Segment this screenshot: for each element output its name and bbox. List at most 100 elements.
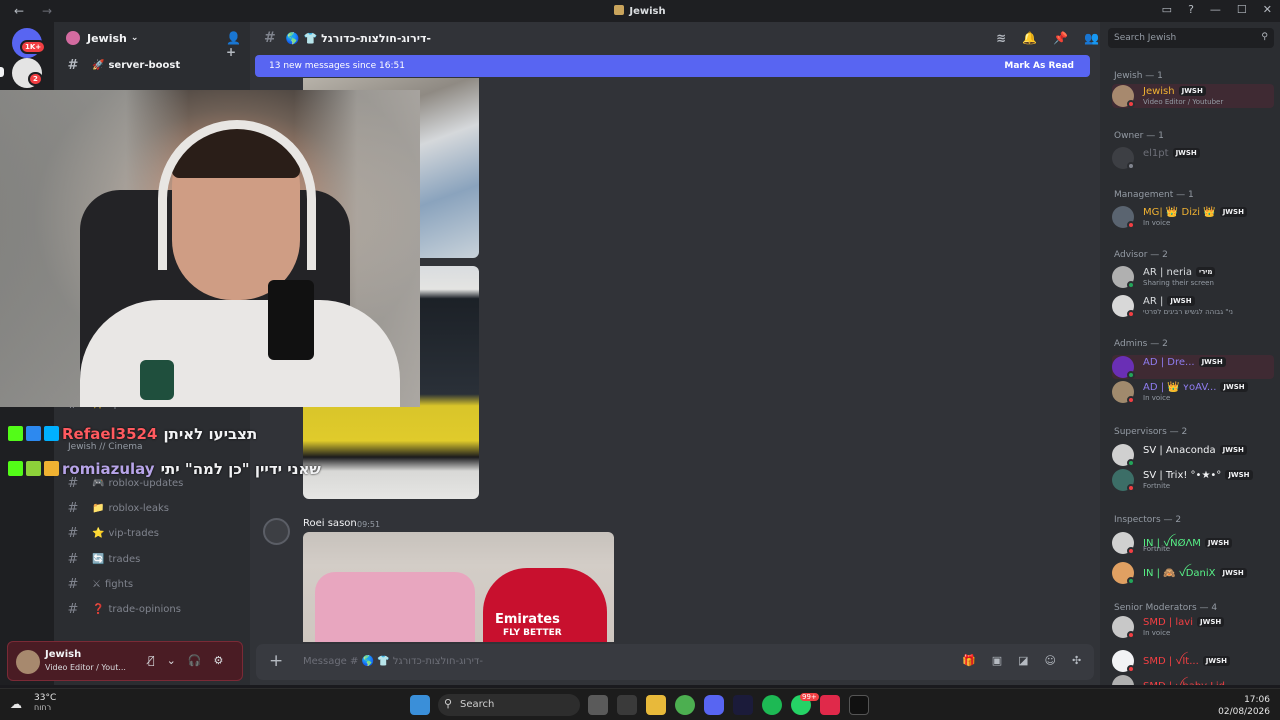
member-row[interactable]: AD | Dre... JWSH [1112, 355, 1274, 379]
mark-as-read-button[interactable]: Mark As Read [1004, 61, 1074, 71]
member-row[interactable]: el1pt JWSH [1112, 146, 1274, 170]
member-tag: JWSH [1202, 656, 1230, 666]
member-tag: JWSH [1220, 382, 1248, 392]
member-row[interactable]: IN | 🙈 ꪜDaniX JWSH [1112, 561, 1274, 585]
member-row[interactable]: SMD | ꪜIt... JWSH [1112, 649, 1274, 673]
member-row[interactable]: SV | Anaconda JWSH [1112, 443, 1274, 467]
user-panel[interactable]: Jewish Video Editor / Yout... 🎙̸ ⌄ 🎧 ⚙ [7, 641, 243, 681]
role-header: Supervisors — 2 [1114, 427, 1188, 437]
tiktok-icon[interactable] [849, 695, 869, 715]
member-row[interactable]: MG| 👑 Dizi 👑 JWSH In voice [1112, 205, 1274, 229]
gif-icon[interactable]: ▣ [992, 654, 1002, 667]
help-icon[interactable]: ? [1188, 3, 1194, 16]
stream-chat-line-1: Refael3524 תצביעו לאיתן [8, 425, 257, 443]
status-dot [1127, 281, 1135, 289]
member-row[interactable]: AR | JWSH ני" גבוהה לגשיש רביגים לפרטי [1112, 294, 1274, 318]
taskbar-search[interactable]: ⚲ Search [438, 694, 580, 716]
user-status: Video Editor / Yout... [45, 663, 126, 672]
mute-icon[interactable]: 🎙̸ [148, 654, 155, 667]
channel-7[interactable]: # ❓ trade-opinions [62, 598, 242, 620]
status-dot [1127, 547, 1135, 555]
file-explorer-icon[interactable] [646, 695, 666, 715]
member-name: MG| 👑 Dizi 👑 [1143, 207, 1216, 218]
bell-icon[interactable]: 🔔 [1022, 31, 1037, 45]
apps-icon[interactable]: ✣ [1072, 654, 1081, 667]
member-activity: Fortnite [1143, 545, 1171, 553]
inbox-icon[interactable]: ▭ [1162, 3, 1172, 16]
kick-icon [8, 461, 23, 476]
member-row[interactable]: IN | ꪜNØΛM JWSH Fortnite [1112, 531, 1274, 555]
member-tag: JWSH [1219, 207, 1247, 217]
channel-name: roblox-leaks [108, 502, 169, 514]
sticker-icon[interactable]: ◪ [1018, 654, 1028, 667]
member-activity: Fortnite [1143, 482, 1171, 490]
member-row[interactable]: SV | Trix! °•★•° JWSH Fortnite [1112, 468, 1274, 492]
task-view-icon[interactable] [588, 695, 608, 715]
webcam-shirt [80, 300, 400, 407]
spotify-icon[interactable] [762, 695, 782, 715]
member-row[interactable]: Jewish JWSH Video Editor / Youtuber [1112, 84, 1274, 108]
member-row[interactable]: AD | 👑 ʏoAV... JWSH In voice [1112, 380, 1274, 404]
composer-tools: 🎁 ▣ ◪ ☺ ✣ [962, 654, 1081, 667]
server-header[interactable]: Jewish ⌄ 👤+ [54, 22, 250, 59]
emoji-icon[interactable]: ☺ [1045, 654, 1056, 667]
message-image-3[interactable]: Emirates FLY BETTER [303, 532, 614, 642]
pin-icon[interactable]: 📌 [1053, 31, 1068, 45]
hash-icon: # [67, 57, 79, 73]
weather-widget[interactable]: ☁ 33°C רחוח [10, 693, 56, 712]
avatar[interactable] [1112, 675, 1134, 685]
system-clock[interactable]: 17:06 02/08/2026 [1218, 694, 1270, 718]
chrome-icon[interactable] [675, 695, 695, 715]
member-tag: JWSH [1198, 357, 1226, 367]
crown-icon [44, 461, 59, 476]
members-icon[interactable]: 👥 [1084, 31, 1099, 45]
status-dot [1127, 577, 1135, 585]
chevron-down-icon[interactable]: ⌄ [167, 654, 176, 667]
message-timestamp: 09:51 [357, 520, 381, 529]
message-input[interactable]: Message # 🌎 👕 דירוג-חולצות-כדורגל- [303, 656, 483, 667]
search-icon: ⚲ [444, 697, 453, 710]
server-avatar-icon [66, 31, 80, 45]
channel-3[interactable]: # 📁 roblox-leaks [62, 497, 242, 519]
close-icon[interactable]: ✕ [1263, 3, 1272, 16]
channel-emoji: ⭐ [92, 527, 105, 539]
app-icon[interactable] [820, 695, 840, 715]
channel-title: דירוג-חולצות-כדורגל- [321, 31, 431, 45]
channel-5[interactable]: # 🔄 trades [62, 548, 242, 570]
search-input[interactable]: Search Jewish ⚲ [1108, 28, 1274, 48]
headphones-icon[interactable]: 🎧 [188, 654, 202, 667]
settings-icon[interactable]: ⚙ [214, 654, 224, 667]
channel-6[interactable]: # ⚔ fights [62, 573, 242, 595]
member-name: SMD | ꪜIt... [1143, 656, 1199, 667]
hash-icon: # [67, 500, 79, 516]
message-composer[interactable]: + Message # 🌎 👕 דירוג-חולצות-כדורגל- 🎁 ▣… [256, 644, 1094, 680]
premiere-icon[interactable] [733, 695, 753, 715]
member-row[interactable]: SMD | ꪜbaby Lid... [1112, 674, 1274, 685]
channel-name: fights [104, 578, 134, 590]
gift-icon[interactable]: 🎁 [962, 654, 976, 667]
channel-0[interactable]: # 🚀 server-boost [62, 54, 242, 76]
member-row[interactable]: AR | neria מירי Sharing their screen [1112, 265, 1274, 289]
maximize-icon[interactable]: ☐ [1237, 3, 1247, 16]
channel-4[interactable]: # ⭐ vip-trades [62, 522, 242, 544]
new-messages-bar[interactable]: 13 new messages since 16:51 Mark As Read [255, 55, 1090, 77]
avatar[interactable] [263, 518, 290, 545]
channel-emoji: ⚔ [92, 578, 101, 590]
member-tag: JWSH [1178, 86, 1206, 96]
message-author[interactable]: Roei sason [303, 518, 357, 529]
add-attachment-icon[interactable]: + [269, 651, 283, 671]
webcam-crest [140, 360, 174, 400]
webcam-cup [268, 280, 314, 360]
member-tag: JWSH [1219, 568, 1247, 578]
minimize-icon[interactable]: — [1210, 3, 1221, 16]
chat-header: # 🌎 👕 דירוג-חולצות-כדורגל- ≋ 🔔 📌 👥 [250, 22, 1100, 54]
windows-start-icon[interactable] [410, 695, 430, 715]
status-dot [1127, 162, 1135, 170]
obs-icon[interactable] [617, 695, 637, 715]
threads-icon[interactable]: ≋ [996, 31, 1006, 45]
whatsapp-badge: 99+ [800, 693, 819, 701]
discord-icon[interactable] [704, 695, 724, 715]
user-controls: 🎙̸ ⌄ 🎧 ⚙ [148, 654, 223, 667]
avatar[interactable] [16, 650, 40, 674]
member-row[interactable]: SMD | lavi JWSH In voice [1112, 615, 1274, 639]
